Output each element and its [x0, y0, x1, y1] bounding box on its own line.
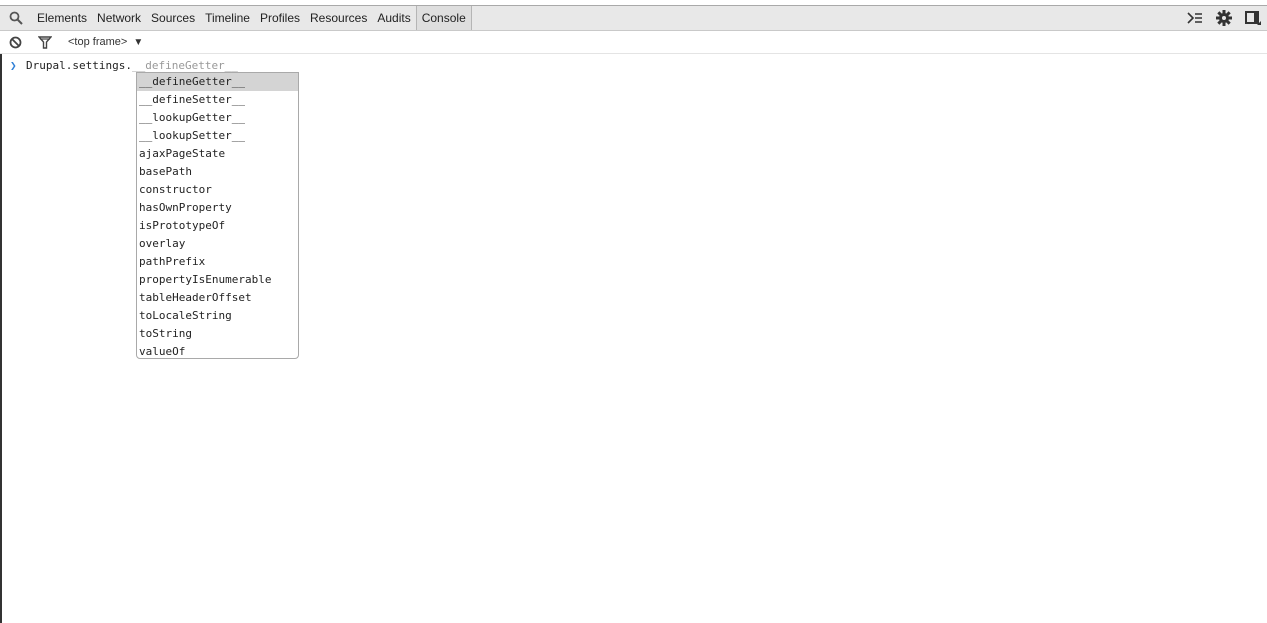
tab-console[interactable]: Console — [415, 6, 472, 30]
tab-audits[interactable]: Audits — [372, 6, 415, 30]
suggestion-item[interactable]: tableHeaderOffset — [137, 289, 298, 307]
console-drawer-icon — [1186, 12, 1202, 24]
console-drawer-button[interactable] — [1180, 6, 1209, 30]
console-subtoolbar: <top frame> ▼ — [0, 31, 1267, 54]
suggestion-item[interactable]: overlay — [137, 235, 298, 253]
suggestion-item[interactable]: isPrototypeOf — [137, 217, 298, 235]
suggestion-item[interactable]: constructor — [137, 181, 298, 199]
clear-console-icon — [9, 36, 21, 48]
suggestion-item[interactable]: pathPrefix — [137, 253, 298, 271]
tab-network[interactable]: Network — [92, 6, 146, 30]
tab-elements[interactable]: Elements — [32, 6, 92, 30]
suggestion-item[interactable]: __lookupSetter__ — [137, 127, 298, 145]
suggestion-item[interactable]: toString — [137, 325, 298, 343]
suggestion-item[interactable]: hasOwnProperty — [137, 199, 298, 217]
filter-button[interactable] — [30, 31, 60, 53]
dropdown-arrow-icon: ▼ — [133, 36, 144, 48]
tab-resources[interactable]: Resources — [305, 6, 372, 30]
tab-timeline[interactable]: Timeline — [200, 6, 255, 30]
prompt-chevron-icon: ❯ — [10, 58, 17, 72]
suggestion-item[interactable]: propertyIsEnumerable — [137, 271, 298, 289]
frame-selector[interactable]: <top frame> ▼ — [68, 36, 143, 48]
gear-icon — [1215, 10, 1232, 26]
clear-console-button[interactable] — [0, 31, 30, 53]
suggestion-item[interactable]: __defineSetter__ — [137, 91, 298, 109]
suggestion-item[interactable]: toLocaleString — [137, 307, 298, 325]
magnifier-icon — [9, 11, 23, 25]
suggestion-item[interactable]: ajaxPageState — [137, 145, 298, 163]
dock-button[interactable] — [1238, 6, 1267, 30]
devtools-toolbar: Elements Network Sources Timeline Profil… — [0, 6, 1267, 31]
filter-icon — [38, 35, 52, 49]
dock-icon — [1244, 11, 1261, 25]
tab-profiles[interactable]: Profiles — [255, 6, 305, 30]
console-input-text: Drupal.settings. — [26, 58, 132, 72]
suggestion-item[interactable]: __defineGetter__ — [137, 73, 298, 91]
tab-sources[interactable]: Sources — [146, 6, 200, 30]
suggestion-item[interactable]: __lookupGetter__ — [137, 109, 298, 127]
console-prompt[interactable]: ❯ Drupal.settings. __defineGetter__ — [10, 58, 238, 72]
suggestion-item[interactable]: basePath — [137, 163, 298, 181]
ghost-completion: __defineGetter__ — [131, 58, 238, 72]
toolbar-right-controls — [1180, 6, 1267, 30]
suggestion-item[interactable]: valueOf — [137, 343, 298, 361]
settings-button[interactable] — [1209, 6, 1238, 30]
autocomplete-dropdown: __defineGetter__ __defineSetter__ __look… — [136, 72, 299, 359]
search-button[interactable] — [0, 6, 32, 30]
frame-selector-value: <top frame> — [68, 36, 128, 48]
